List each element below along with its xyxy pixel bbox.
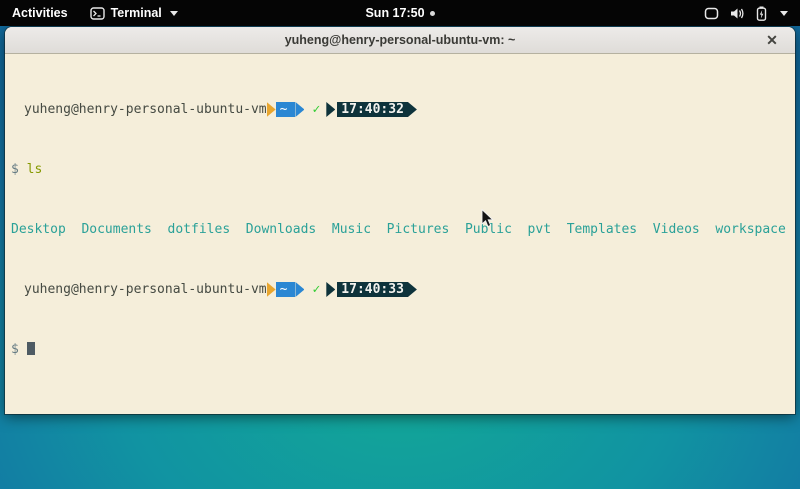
volume-icon <box>730 7 745 20</box>
close-button[interactable]: ✕ <box>759 27 785 54</box>
activities-button[interactable]: Activities <box>0 0 80 26</box>
prompt-user: yuheng@henry-personal-ubuntu-vm <box>11 102 267 117</box>
status-check-icon: ✓ <box>304 102 326 117</box>
powerline-arrow-icon <box>267 102 276 117</box>
prompt-dollar: $ <box>11 162 19 177</box>
prompt-line: yuheng@henry-personal-ubuntu-vm ~ ✓ 17:4… <box>11 102 789 117</box>
command-line: $ ls <box>11 162 789 177</box>
powerline-arrow-icon <box>326 102 335 117</box>
prompt-dollar: $ <box>11 342 19 357</box>
powerline-arrow-icon <box>408 102 417 117</box>
prompt-user: yuheng@henry-personal-ubuntu-vm <box>11 282 267 297</box>
powerline-arrow-icon <box>295 282 304 297</box>
prompt-directory: ~ <box>276 102 296 117</box>
chevron-down-icon <box>780 11 788 16</box>
powerline-arrow-icon <box>267 282 276 297</box>
screen-icon <box>704 7 719 20</box>
prompt-directory: ~ <box>276 282 296 297</box>
clock-button[interactable]: Sun 17:50 <box>365 6 434 20</box>
status-check-icon: ✓ <box>304 282 326 297</box>
app-menu-terminal[interactable]: Terminal <box>80 0 188 26</box>
window-title: yuheng@henry-personal-ubuntu-vm: ~ <box>285 33 516 47</box>
prompt-line: yuheng@henry-personal-ubuntu-vm ~ ✓ 17:4… <box>11 282 789 297</box>
prompt-timestamp: 17:40:32 <box>337 102 408 117</box>
app-menu-label: Terminal <box>111 6 162 20</box>
terminal-window: yuheng@henry-personal-ubuntu-vm: ~ ✕ yuh… <box>5 27 795 414</box>
powerline-arrow-icon <box>408 282 417 297</box>
ls-output-line: Desktop Documents dotfiles Downloads Mus… <box>11 222 789 237</box>
chevron-down-icon <box>170 11 178 16</box>
battery-charging-icon <box>756 6 767 21</box>
terminal-block-cursor <box>27 342 35 355</box>
top-bar: Activities Terminal Sun 17:50 <box>0 0 800 26</box>
window-titlebar[interactable]: yuheng@henry-personal-ubuntu-vm: ~ ✕ <box>5 27 795 54</box>
command-text: ls <box>27 162 43 177</box>
powerline-arrow-icon <box>295 102 304 117</box>
powerline-arrow-icon <box>326 282 335 297</box>
activities-label: Activities <box>12 6 68 20</box>
prompt-timestamp: 17:40:33 <box>337 282 408 297</box>
system-tray[interactable] <box>692 0 800 26</box>
command-line: $ <box>11 342 789 357</box>
terminal-app-icon <box>90 7 105 20</box>
notification-dot-icon <box>430 11 435 16</box>
terminal-screen[interactable]: yuheng@henry-personal-ubuntu-vm ~ ✓ 17:4… <box>5 54 795 413</box>
clock-label: Sun 17:50 <box>365 6 424 20</box>
